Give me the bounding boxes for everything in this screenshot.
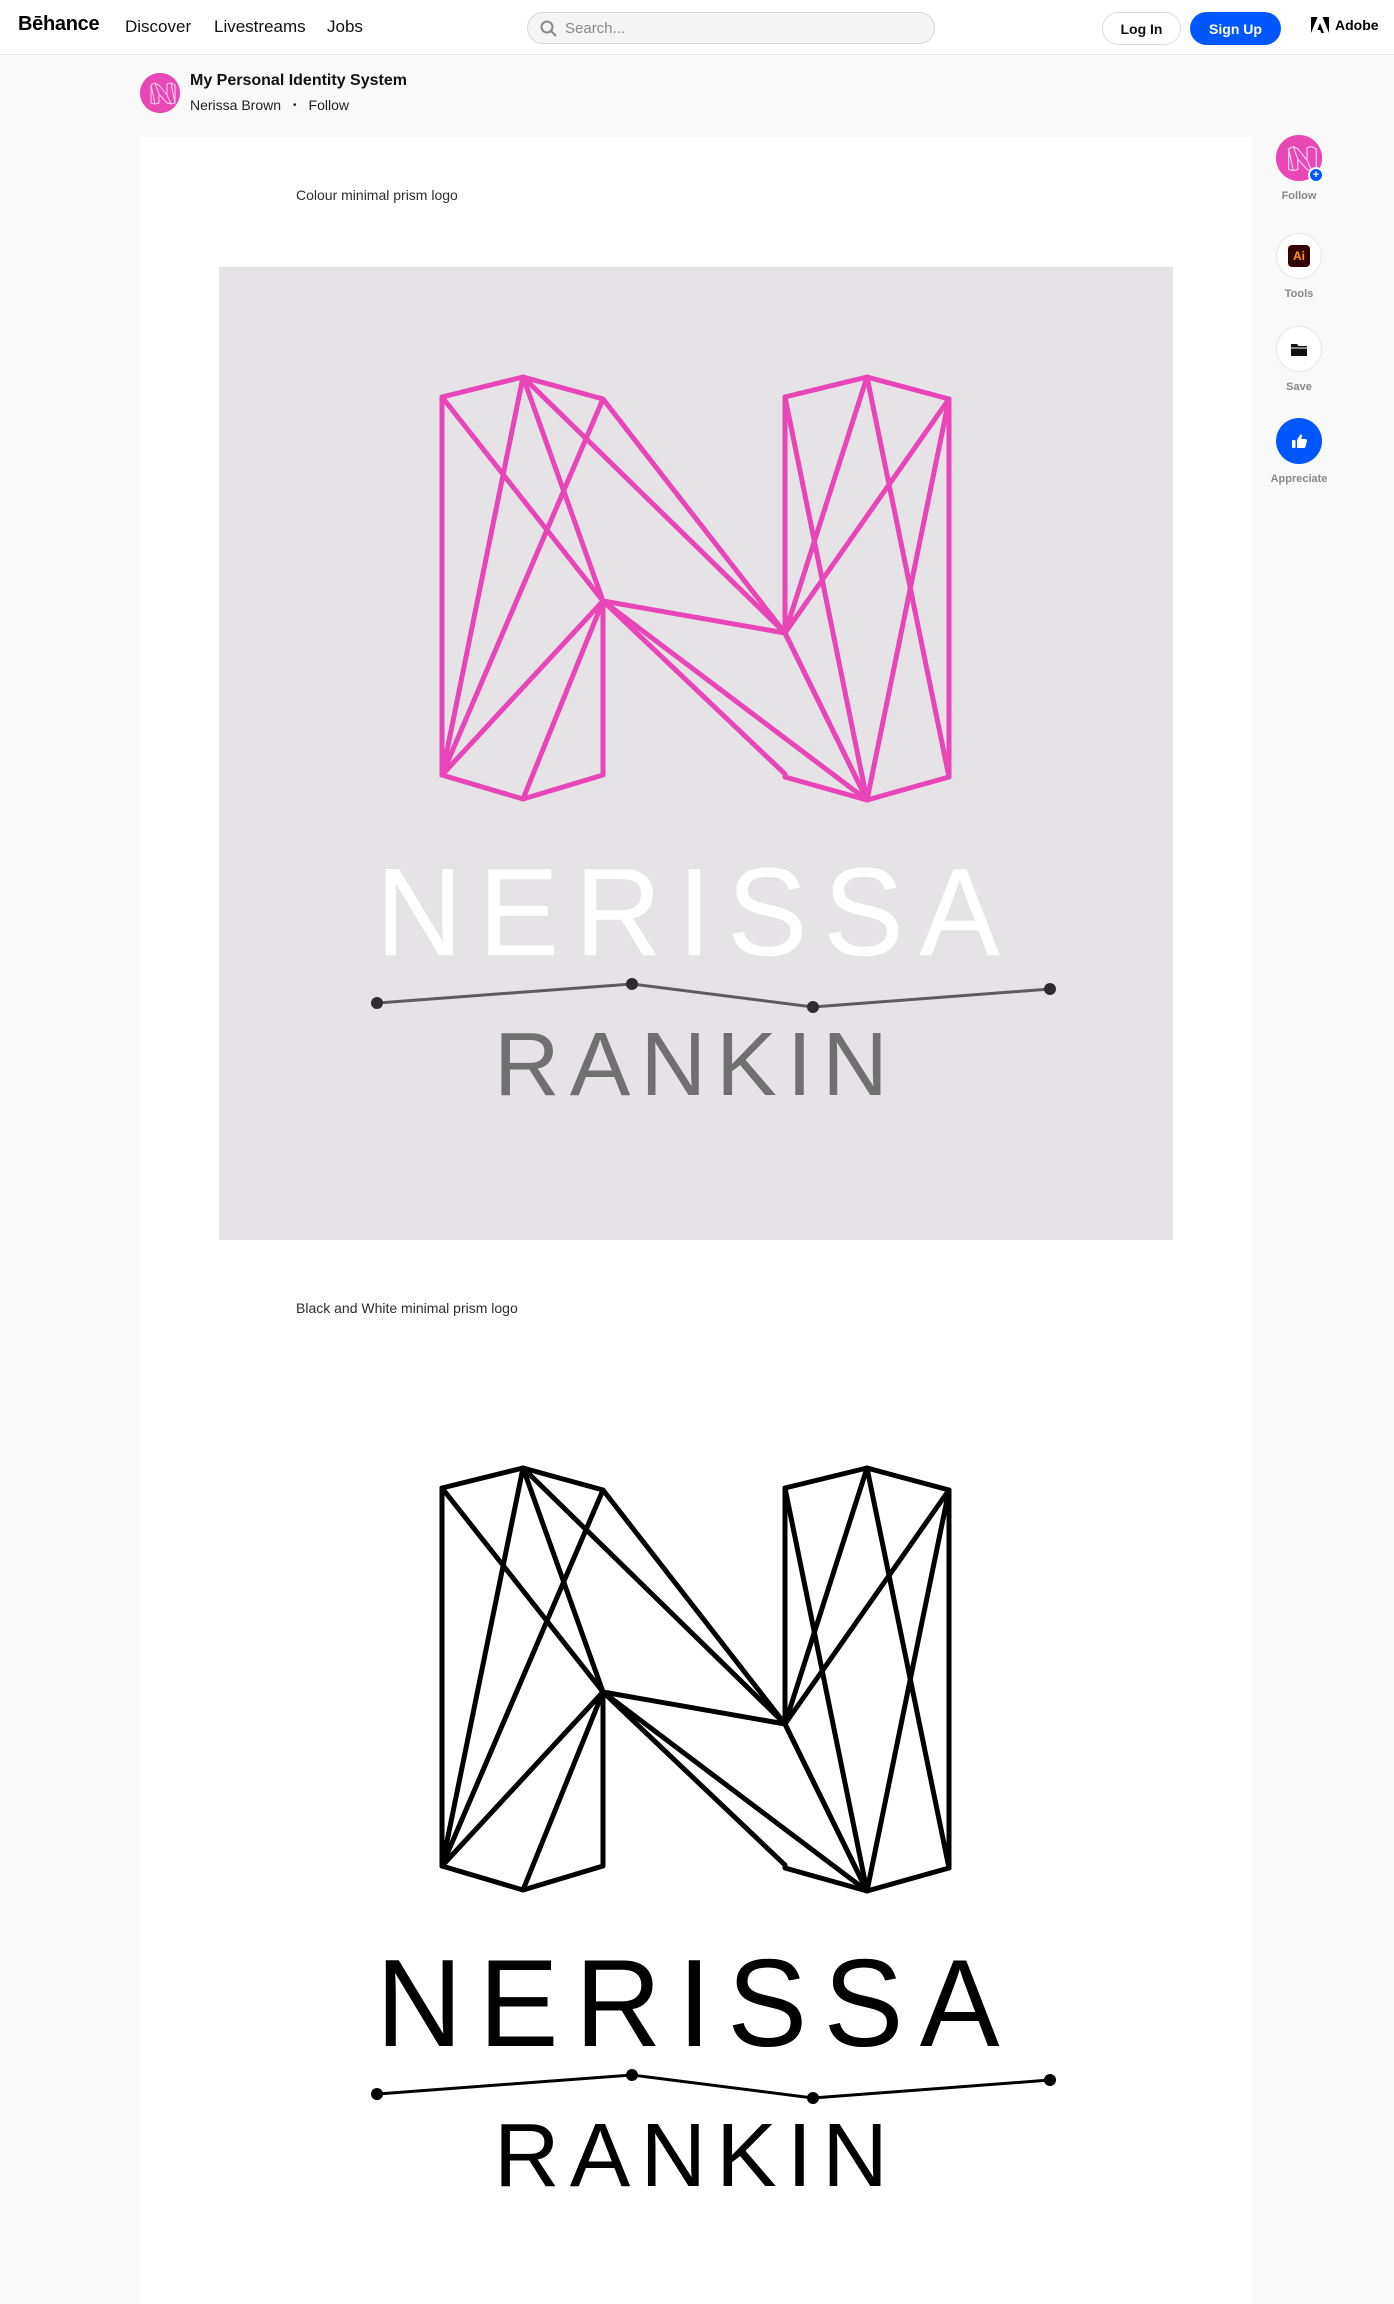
search-box[interactable]	[527, 12, 935, 44]
rail-save-button[interactable]	[1276, 326, 1322, 372]
rail-tools-label: Tools	[1284, 288, 1314, 300]
bw-logo-image[interactable]: NERISSA RANKIN	[219, 1380, 1173, 2304]
logo-bottom-text-bw: RANKIN	[494, 2106, 898, 2206]
constellation-dot	[626, 978, 638, 990]
plus-icon: +	[1308, 167, 1324, 183]
signup-button[interactable]: Sign Up	[1190, 12, 1281, 45]
constellation-dot	[1044, 2074, 1056, 2086]
illustrator-icon: Ai	[1288, 245, 1310, 267]
caption-bw-logo: Black and White minimal prism logo	[296, 1300, 518, 1316]
rail-tools[interactable]: Ai Tools	[1269, 233, 1329, 300]
constellation-dot	[807, 1001, 819, 1013]
rail-save[interactable]: Save	[1269, 326, 1329, 393]
follow-link[interactable]: Follow	[309, 97, 349, 113]
project-meta: Nerissa Brown • Follow	[190, 97, 349, 113]
logo-bottom-text: RANKIN	[494, 1015, 898, 1115]
bw-logo-graphic: NERISSA RANKIN	[371, 1465, 1056, 2206]
top-navigation: Bēhance Discover Livestreams Jobs Log In…	[0, 0, 1394, 55]
rail-appreciate[interactable]: Appreciate	[1269, 418, 1329, 485]
author-avatar[interactable]	[140, 73, 180, 113]
constellation-dot	[626, 2069, 638, 2081]
search-input[interactable]	[565, 19, 915, 37]
nav-jobs[interactable]: Jobs	[327, 17, 363, 37]
constellation-dot	[807, 2092, 819, 2104]
logo-top-text: NERISSA	[376, 844, 1016, 982]
prism-n-monogram	[439, 374, 952, 803]
logo-top-text-bw: NERISSA	[376, 1935, 1016, 2073]
meta-separator: •	[293, 99, 297, 111]
author-name-link[interactable]: Nerissa Brown	[190, 97, 281, 113]
project-content: Colour minimal prism logo NERISSA RANKIN…	[140, 137, 1252, 2304]
caption-colour-logo: Colour minimal prism logo	[296, 187, 458, 203]
adobe-label: Adobe	[1335, 17, 1379, 33]
colour-logo-graphic: NERISSA RANKIN	[371, 374, 1056, 1115]
constellation-line-bw	[371, 2069, 1056, 2104]
adobe-logo-icon	[1311, 17, 1329, 33]
nav-livestreams[interactable]: Livestreams	[214, 17, 306, 37]
constellation-line	[371, 978, 1056, 1013]
constellation-dot	[1044, 983, 1056, 995]
nav-discover[interactable]: Discover	[125, 17, 191, 37]
prism-n-monogram-bw	[439, 1465, 952, 1894]
thumbs-up-icon	[1291, 434, 1307, 448]
appreciate-button[interactable]	[1276, 418, 1322, 464]
folder-icon	[1291, 343, 1307, 356]
rail-follow-label: Follow	[1281, 190, 1317, 202]
login-button[interactable]: Log In	[1102, 12, 1181, 45]
project-title: My Personal Identity System	[190, 72, 407, 89]
rail-appreciate-label: Appreciate	[1270, 473, 1328, 485]
avatar-monogram-icon	[140, 73, 180, 113]
rail-follow[interactable]: + Follow	[1269, 135, 1329, 202]
colour-logo-image[interactable]: NERISSA RANKIN	[219, 267, 1173, 1240]
rail-tools-button[interactable]: Ai	[1276, 233, 1322, 279]
search-icon	[540, 20, 557, 36]
constellation-dot	[371, 997, 383, 1009]
behance-logo[interactable]: Bēhance	[18, 13, 100, 36]
rail-follow-avatar[interactable]: +	[1276, 135, 1324, 183]
adobe-link[interactable]: Adobe	[1311, 17, 1379, 33]
rail-save-label: Save	[1286, 381, 1312, 393]
constellation-dot	[371, 2088, 383, 2100]
